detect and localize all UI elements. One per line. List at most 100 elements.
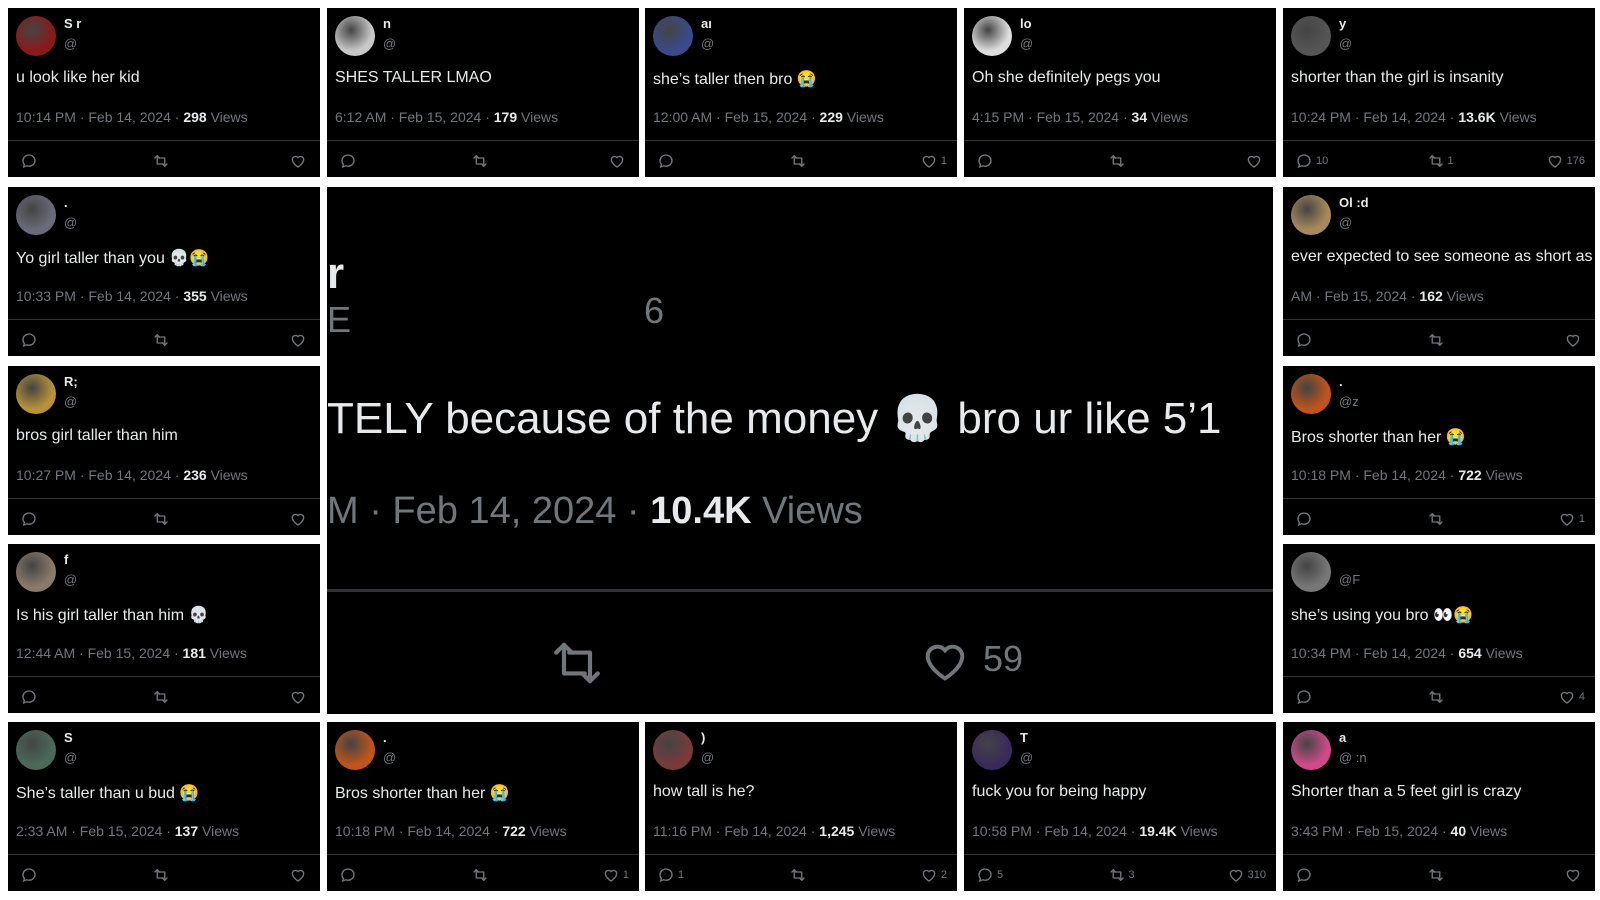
like-button[interactable] [1245, 152, 1266, 170]
retweet-button[interactable] [152, 688, 173, 706]
avatar[interactable] [653, 16, 693, 56]
timestamp[interactable]: 10:24 PM · Feb 14, 2024 · [1291, 109, 1458, 125]
timestamp[interactable]: 2:33 AM · Feb 15, 2024 · [16, 823, 175, 839]
featured-like-button[interactable]: 59 [919, 635, 1023, 683]
display-name[interactable]: n [383, 16, 391, 31]
tweet-card[interactable]: R; @ bros girl taller than him 10:27 PM · F… [8, 366, 320, 535]
avatar[interactable] [972, 16, 1012, 56]
display-name[interactable]: aı [701, 16, 712, 31]
retweet-button[interactable] [1427, 510, 1448, 528]
display-name[interactable]: T [1020, 730, 1028, 745]
timestamp[interactable]: 6:12 AM · Feb 15, 2024 · [335, 109, 494, 125]
like-button[interactable]: 1 [602, 866, 629, 884]
reply-button[interactable] [976, 152, 997, 170]
avatar[interactable] [335, 730, 375, 770]
timestamp[interactable]: 3:43 PM · Feb 15, 2024 · [1291, 823, 1451, 839]
reply-button[interactable]: 5 [976, 866, 1003, 884]
reply-button[interactable] [1295, 331, 1316, 349]
display-name[interactable]: S [64, 730, 73, 745]
retweet-button[interactable] [152, 331, 173, 349]
reply-button[interactable] [20, 688, 41, 706]
tweet-card[interactable]: S r @ u look like her kid 10:14 PM · Feb 14… [8, 8, 320, 177]
timestamp[interactable]: 10:18 PM · Feb 14, 2024 · [335, 823, 502, 839]
retweet-button[interactable] [1427, 331, 1448, 349]
like-button[interactable]: 176 [1546, 152, 1585, 170]
like-button[interactable] [1564, 331, 1585, 349]
display-name[interactable]: Ol :d [1339, 195, 1369, 210]
timestamp[interactable]: 11:16 PM · Feb 14, 2024 · [653, 823, 819, 839]
like-button[interactable] [1564, 866, 1585, 884]
reply-button[interactable] [657, 152, 678, 170]
avatar[interactable] [1291, 195, 1331, 235]
like-button[interactable]: 4 [1558, 688, 1585, 706]
avatar[interactable] [16, 16, 56, 56]
like-button[interactable] [289, 866, 310, 884]
timestamp[interactable]: 12:44 AM · Feb 15, 2024 · [16, 645, 183, 661]
tweet-card[interactable]: @F she’s using you bro 👀😭 10:34 PM · Feb 1… [1283, 544, 1595, 713]
timestamp[interactable]: 10:58 PM · Feb 14, 2024 · [972, 823, 1139, 839]
avatar[interactable] [16, 730, 56, 770]
tweet-card[interactable]: f @ Is his girl taller than him 💀 12:44 AM … [8, 544, 320, 713]
retweet-button[interactable]: 1 [1427, 152, 1454, 170]
tweet-card[interactable]: lo @ Oh she definitely pegs you 4:15 PM · F… [964, 8, 1276, 177]
avatar[interactable] [972, 730, 1012, 770]
timestamp[interactable]: AM · Feb 15, 2024 · [1291, 288, 1419, 304]
reply-button[interactable]: 1 [657, 866, 684, 884]
retweet-button[interactable] [789, 152, 810, 170]
avatar[interactable] [16, 195, 56, 235]
tweet-card[interactable]: . @z Bros shorter than her 😭 10:18 PM · Feb… [1283, 366, 1595, 535]
retweet-button[interactable]: 3 [1108, 866, 1135, 884]
tweet-card[interactable]: n @ SHES TALLER LMAO 6:12 AM · Feb 15, 2024… [327, 8, 639, 177]
retweet-button[interactable] [1427, 866, 1448, 884]
avatar[interactable] [1291, 16, 1331, 56]
timestamp[interactable]: 10:18 PM · Feb 14, 2024 · [1291, 467, 1458, 483]
retweet-button[interactable] [1427, 688, 1448, 706]
retweet-button[interactable] [471, 152, 492, 170]
display-name[interactable]: S r [64, 16, 81, 31]
timestamp[interactable]: 12:00 AM · Feb 15, 2024 · [653, 109, 820, 125]
like-button[interactable] [608, 152, 629, 170]
retweet-button[interactable] [471, 866, 492, 884]
tweet-card[interactable]: . @ Bros shorter than her 😭 10:18 PM · Feb … [327, 722, 639, 891]
retweet-button[interactable] [1108, 152, 1129, 170]
like-button[interactable]: 310 [1227, 866, 1266, 884]
avatar[interactable] [653, 730, 693, 770]
like-button[interactable]: 1 [920, 152, 947, 170]
tweet-card[interactable]: Ol :d @ ever expected to see someone as sh… [1283, 187, 1595, 356]
timestamp[interactable]: 10:34 PM · Feb 14, 2024 · [1291, 645, 1458, 661]
featured-timestamp[interactable]: M · Feb 14, 2024 · [327, 490, 650, 532]
like-button[interactable]: 2 [920, 866, 947, 884]
reply-button[interactable] [20, 510, 41, 528]
reply-button[interactable] [20, 152, 41, 170]
tweet-card[interactable]: T @ fuck you for being happy 10:58 PM · Feb… [964, 722, 1276, 891]
reply-button[interactable] [339, 152, 360, 170]
like-button[interactable] [289, 152, 310, 170]
reply-button[interactable] [1295, 510, 1316, 528]
display-name[interactable]: . [64, 195, 68, 210]
timestamp[interactable]: 10:14 PM · Feb 14, 2024 · [16, 109, 183, 125]
avatar[interactable] [335, 16, 375, 56]
tweet-card[interactable]: y @ shorter than the girl is insanity 10:24… [1283, 8, 1595, 177]
like-button[interactable] [289, 331, 310, 349]
timestamp[interactable]: 10:27 PM · Feb 14, 2024 · [16, 467, 183, 483]
display-name[interactable]: . [1339, 374, 1343, 389]
display-name[interactable]: f [64, 552, 68, 567]
reply-button[interactable] [1295, 866, 1316, 884]
retweet-button[interactable] [789, 866, 810, 884]
display-name[interactable]: R; [64, 374, 78, 389]
display-name[interactable]: ) [701, 730, 705, 745]
retweet-button[interactable] [152, 866, 173, 884]
tweet-card[interactable]: aı @ she’s taller then bro 😭 12:00 AM · Feb… [645, 8, 957, 177]
avatar[interactable] [16, 374, 56, 414]
reply-button[interactable] [20, 331, 41, 349]
avatar[interactable] [16, 552, 56, 592]
display-name[interactable]: . [383, 730, 387, 745]
retweet-button[interactable] [152, 152, 173, 170]
avatar[interactable] [1291, 552, 1331, 592]
display-name[interactable]: lo [1020, 16, 1032, 31]
timestamp[interactable]: 10:33 PM · Feb 14, 2024 · [16, 288, 183, 304]
tweet-card[interactable]: ) @ how tall is he? 11:16 PM · Feb 14, 2024… [645, 722, 957, 891]
like-button[interactable]: 1 [1558, 510, 1585, 528]
reply-button[interactable] [20, 866, 41, 884]
display-name[interactable]: y [1339, 16, 1346, 31]
